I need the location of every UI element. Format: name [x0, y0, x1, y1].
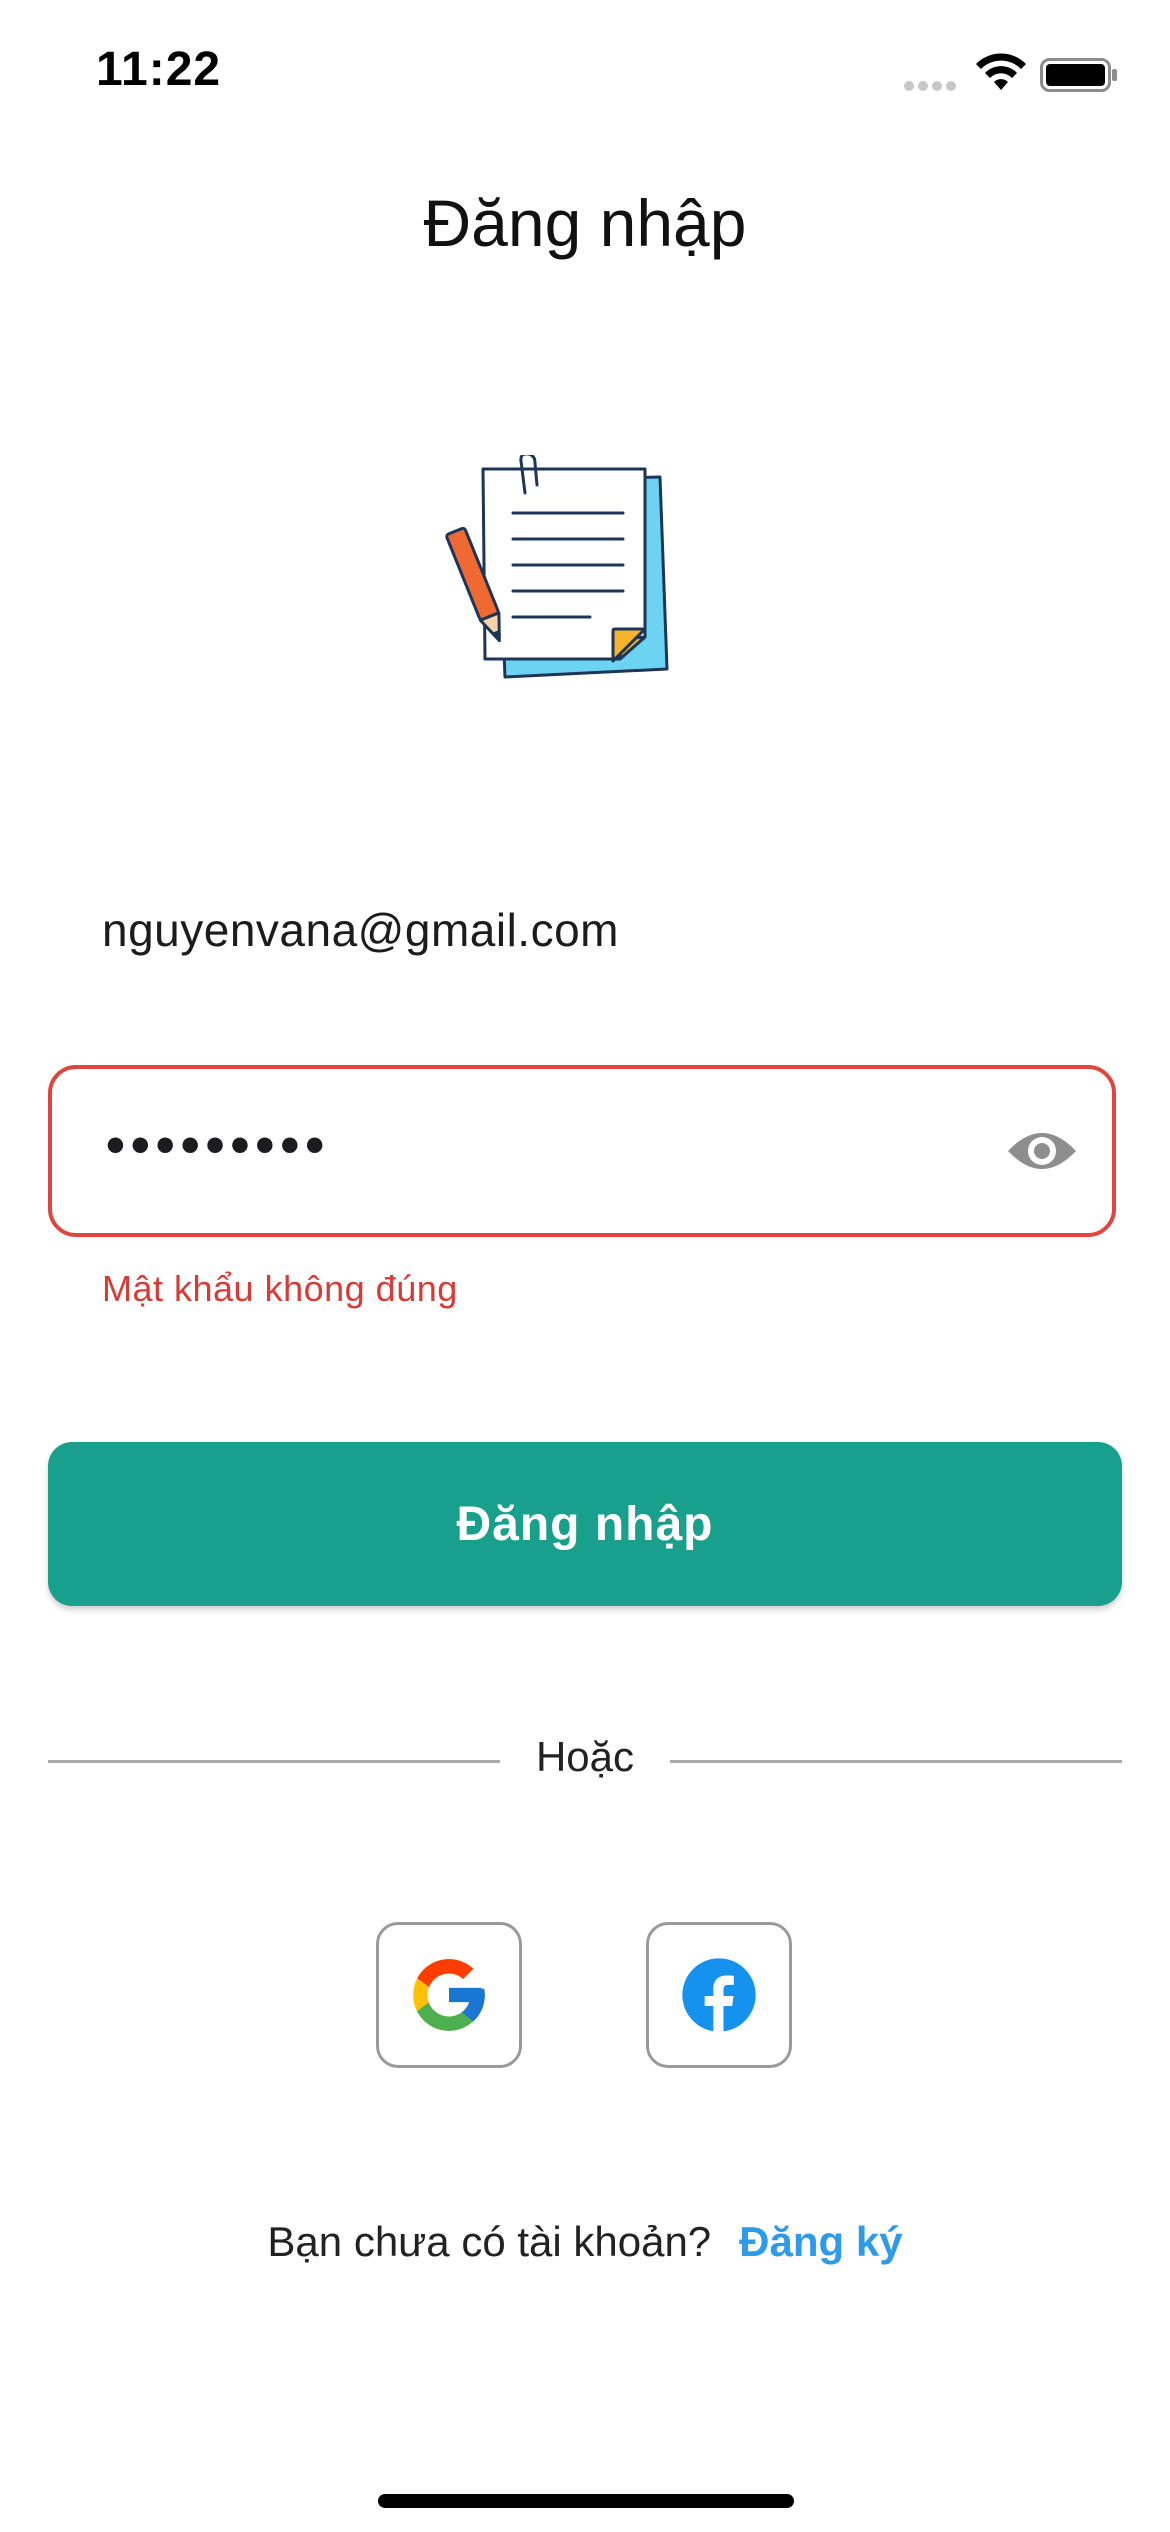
facebook-icon [682, 1958, 756, 2032]
password-value: ••••••••• [106, 1115, 331, 1175]
notepad-illustration [445, 455, 669, 679]
cellular-signal-icon [904, 81, 956, 91]
google-icon [413, 1959, 485, 2031]
divider-label: Hoặc [535, 1733, 635, 1780]
wifi-icon [976, 53, 1026, 90]
eye-icon[interactable] [1006, 1125, 1078, 1177]
signup-prompt-text: Bạn chưa có tài khoản? [267, 2218, 712, 2265]
password-field[interactable]: ••••••••• [48, 1065, 1116, 1237]
status-time: 11:22 [96, 43, 222, 96]
email-value: nguyenvana@gmail.com [102, 904, 619, 956]
home-indicator [378, 2494, 794, 2508]
page-title: Đăng nhập [423, 186, 747, 260]
divider-line-right [670, 1760, 1122, 1763]
battery-icon [1040, 58, 1117, 92]
facebook-login-button[interactable] [646, 1922, 792, 2068]
login-button[interactable]: Đăng nhập [48, 1442, 1122, 1606]
email-field[interactable]: nguyenvana@gmail.com [48, 870, 1122, 990]
divider-line-left [48, 1760, 500, 1763]
google-login-button[interactable] [376, 1922, 522, 2068]
password-error-text: Mật khẩu không đúng [102, 1268, 458, 1309]
register-link[interactable]: Đăng ký [739, 2218, 902, 2265]
signup-prompt-row: Bạn chưa có tài khoản? Đăng ký [0, 2218, 1170, 2266]
